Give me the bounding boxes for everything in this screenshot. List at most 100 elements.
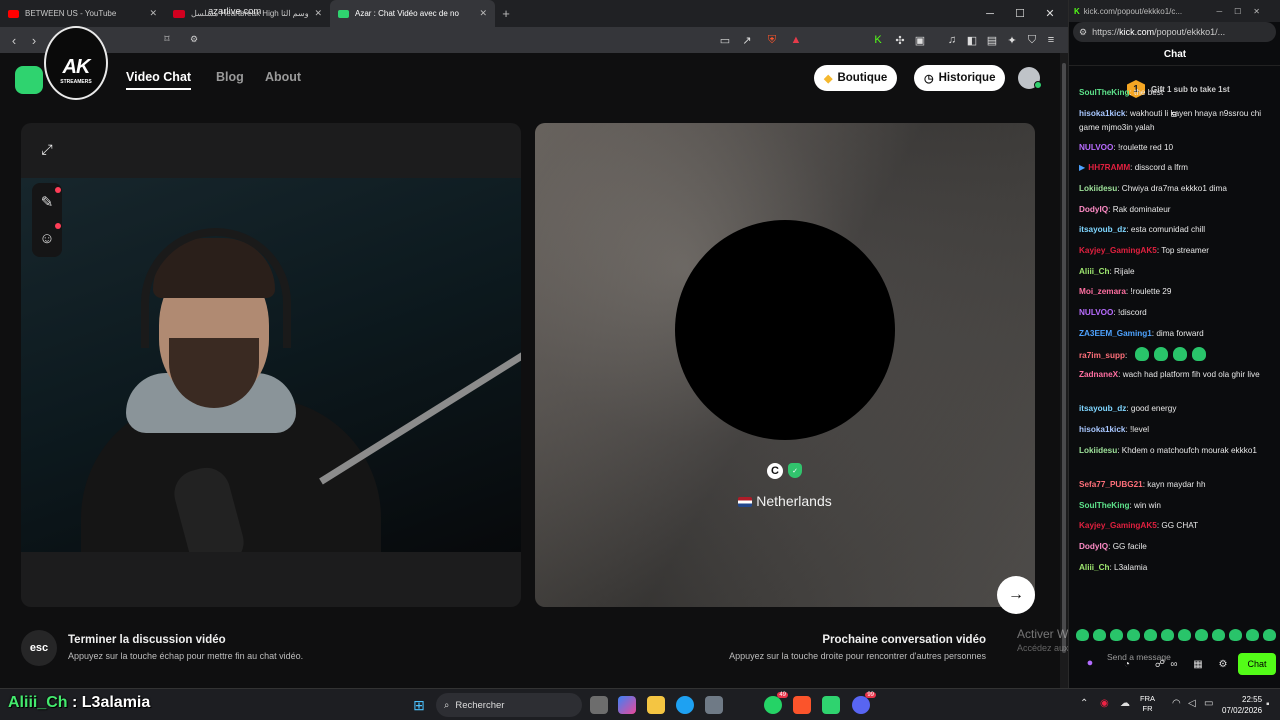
chat-username[interactable]: Aliii_Ch — [1079, 563, 1109, 572]
chat-username[interactable]: DodyIQ — [1079, 205, 1108, 214]
chat-username[interactable]: itsayoub_dz — [1079, 404, 1126, 413]
emote-icon[interactable] — [1246, 629, 1259, 641]
minimize-icon[interactable]: ─ — [975, 0, 1005, 27]
chat-username[interactable]: Moi_zemara — [1079, 287, 1126, 296]
emote-icon[interactable] — [1229, 629, 1242, 641]
notifications-icon[interactable]: ▪ — [1266, 699, 1270, 710]
capture-icon[interactable]: ▣ — [912, 32, 928, 48]
speaker-icon[interactable]: ◁ — [1188, 698, 1196, 709]
battery-icon[interactable]: ▭ — [1204, 698, 1213, 709]
expand-icon[interactable]: ⤢ — [33, 135, 61, 163]
emote-icon[interactable] — [1195, 629, 1208, 641]
taskbar-search[interactable]: ⌕ Rechercher — [436, 693, 582, 717]
microphone-icon[interactable]: ● — [1083, 656, 1097, 670]
vpn-icon[interactable]: ⛉ — [1024, 32, 1040, 48]
whatsapp-icon[interactable]: 49 — [764, 692, 788, 714]
task-view-icon[interactable] — [590, 696, 608, 714]
nav-video-chat[interactable]: Video Chat — [126, 70, 192, 90]
tray-network-icon[interactable]: ☁ — [1120, 698, 1130, 709]
user-avatar[interactable] — [1018, 67, 1042, 89]
edge-icon[interactable] — [676, 696, 694, 714]
close-window-icon[interactable]: ✕ — [1035, 0, 1065, 27]
chat-username[interactable]: ra7im_supp — [1079, 351, 1125, 360]
close-icon[interactable]: ✕ — [479, 8, 487, 19]
send-chat-button[interactable]: Chat — [1238, 653, 1276, 675]
timer-icon[interactable]: ◔ — [1120, 657, 1134, 671]
popout-url-bar[interactable]: ⚙ https://kick.com/popout/ekkko1/... — [1073, 22, 1276, 42]
forward-icon[interactable]: › — [24, 30, 44, 50]
puzzle-icon[interactable]: ✣ — [892, 32, 908, 48]
settings-icon[interactable]: ⚙ — [1216, 657, 1230, 671]
kick-extension-icon[interactable]: K — [870, 32, 886, 48]
chat-username[interactable]: hisoka1kick — [1079, 109, 1125, 118]
tab-azar[interactable]: Azar : Chat Vidéo avec de no ✕ — [330, 0, 495, 27]
back-icon[interactable]: ‹ — [4, 30, 24, 50]
close-icon[interactable]: ✕ — [314, 8, 322, 19]
chat-username[interactable]: ZA3EEM_Gaming1 — [1079, 329, 1152, 338]
windows-start-icon[interactable]: ⊞ — [410, 696, 428, 714]
chat-username[interactable]: Aliii_Ch — [1079, 267, 1109, 276]
close-icon[interactable]: ✕ — [149, 8, 157, 19]
tray-expand-icon[interactable]: ⌃ — [1080, 698, 1088, 709]
face-filter-icon[interactable]: ☺ — [32, 223, 62, 253]
screen-icon[interactable]: ▭ — [717, 32, 733, 48]
leo-icon[interactable]: ✦ — [1004, 32, 1020, 48]
music-icon[interactable]: ♫ — [944, 32, 960, 48]
new-tab-button[interactable]: + — [495, 0, 517, 27]
link-icon[interactable]: ∞ — [1167, 657, 1181, 671]
share-icon[interactable]: ↗ — [739, 32, 755, 48]
chat-username[interactable]: HH7RAMM — [1088, 163, 1130, 172]
menu-icon[interactable]: ≡ — [1043, 32, 1059, 48]
site-info-icon[interactable]: ⚙ — [188, 33, 200, 45]
gift-icon[interactable]: ▦ — [1191, 657, 1205, 671]
chat-username[interactable]: hisoka1kick — [1079, 425, 1125, 434]
esc-key-button[interactable]: esc — [21, 630, 57, 666]
azar-logo[interactable] — [15, 66, 43, 94]
next-arrow-button[interactable]: → — [997, 576, 1035, 614]
wallet-icon[interactable]: ▤ — [984, 32, 1000, 48]
tray-app-icon[interactable]: ◉ — [1100, 698, 1109, 709]
chat-username[interactable]: ZadnaneX — [1079, 370, 1118, 379]
emote-icon[interactable] — [1212, 629, 1225, 641]
historique-button[interactable]: ◷ Historique — [914, 65, 1006, 91]
chat-username[interactable]: Kayjey_GamingAK5 — [1079, 246, 1157, 255]
nav-blog[interactable]: Blog — [216, 70, 244, 84]
chat-username[interactable]: Lokiidesu — [1079, 184, 1117, 193]
chat-username[interactable]: SoulTheKing — [1079, 501, 1129, 510]
azar-taskbar-icon[interactable] — [822, 696, 840, 714]
brave-icon[interactable] — [793, 696, 811, 714]
emote-icon[interactable] — [1178, 629, 1191, 641]
chat-username[interactable]: SoulTheKing — [1079, 88, 1129, 97]
nav-about[interactable]: About — [265, 70, 301, 84]
chat-username[interactable]: Sefa77_PUBG21 — [1079, 480, 1143, 489]
chat-username[interactable]: DodyIQ — [1079, 542, 1108, 551]
language-indicator[interactable]: FRA FR — [1140, 694, 1155, 714]
emote-icon[interactable] — [1144, 629, 1157, 641]
emote-icon[interactable] — [1263, 629, 1276, 641]
system-clock[interactable]: 22:55 07/02/2026 — [1222, 694, 1262, 716]
wifi-icon[interactable]: ◠ — [1172, 698, 1181, 709]
chat-username[interactable]: NULVOO — [1079, 308, 1113, 317]
boutique-button[interactable]: ◆ Boutique — [814, 65, 898, 91]
chat-username[interactable]: itsayoub_dz — [1079, 225, 1126, 234]
emote-icon[interactable] — [1076, 629, 1089, 641]
maximize-icon[interactable]: ☐ — [1005, 0, 1035, 27]
magic-wand-icon[interactable]: ✎ — [32, 187, 62, 217]
emote-icon[interactable] — [1093, 629, 1106, 641]
sidebar-icon[interactable]: ◧ — [964, 32, 980, 48]
chat-username[interactable]: Lokiidesu — [1079, 446, 1117, 455]
bookmark-icon[interactable]: ⌑ — [160, 32, 174, 46]
chat-username[interactable]: NULVOO — [1079, 143, 1113, 152]
chat-username[interactable]: Kayjey_GamingAK5 — [1079, 521, 1157, 530]
scroll-thumb[interactable] — [1062, 63, 1066, 653]
users-icon[interactable]: ☍ — [1153, 657, 1167, 671]
emote-icon[interactable] — [1161, 629, 1174, 641]
brave-rewards-icon[interactable]: ▲ — [788, 32, 804, 48]
emote-icon[interactable] — [1110, 629, 1123, 641]
page-scrollbar[interactable] — [1060, 53, 1068, 688]
emote-icon[interactable] — [1127, 629, 1140, 641]
tab-youtube[interactable]: BETWEEN US - YouTube ✕ — [0, 0, 165, 27]
store-icon[interactable] — [705, 696, 723, 714]
file-explorer-icon[interactable] — [647, 696, 665, 714]
emote-bar[interactable] — [1076, 629, 1276, 641]
